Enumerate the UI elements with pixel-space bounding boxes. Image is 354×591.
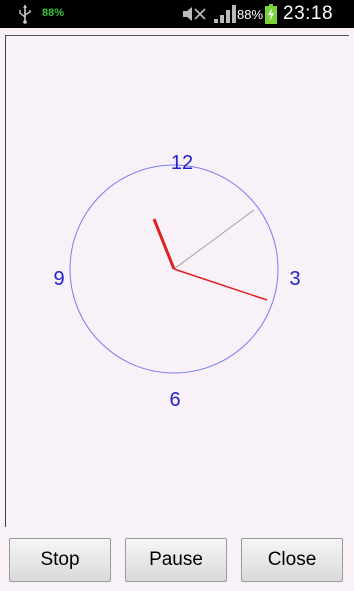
pause-button[interactable]: Pause bbox=[125, 538, 227, 582]
status-time: 23:18 bbox=[283, 3, 334, 24]
signal-icon bbox=[214, 5, 236, 23]
hour-hand bbox=[152, 218, 176, 270]
battery-charging-icon bbox=[265, 4, 277, 24]
close-button[interactable]: Close bbox=[241, 538, 343, 582]
clock-number-3: 3 bbox=[289, 268, 300, 290]
second-hand bbox=[173, 209, 255, 270]
usb-icon bbox=[19, 5, 31, 24]
stop-button[interactable]: Stop bbox=[9, 538, 111, 582]
mute-icon bbox=[183, 7, 206, 21]
clock-number-6: 6 bbox=[169, 389, 180, 411]
clock-number-9: 9 bbox=[53, 268, 64, 290]
status-bar: 88% 88% 23:18 bbox=[0, 0, 354, 28]
analog-clock: 12 3 6 9 bbox=[53, 152, 300, 411]
minute-hand bbox=[173, 268, 268, 301]
battery-percent: 88% bbox=[237, 7, 264, 22]
battery-level-text: 88% bbox=[42, 7, 65, 19]
clock-canvas: 12 3 6 9 bbox=[5, 35, 350, 527]
clock-number-12: 12 bbox=[171, 152, 193, 174]
